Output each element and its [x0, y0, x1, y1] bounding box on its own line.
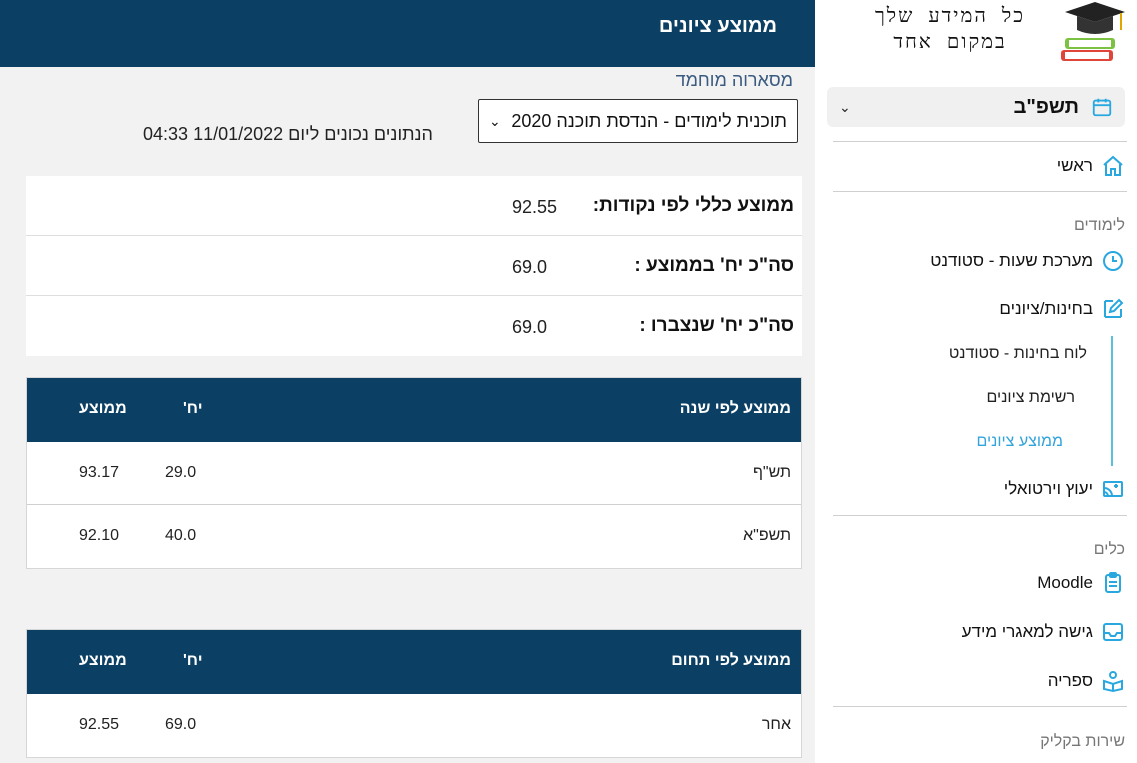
logo-line-2: במקום אחד: [893, 29, 1007, 53]
data-timestamp-note: הנתונים נכונים ליום 11/01/2022 04:33: [143, 124, 433, 144]
nav-virtual-advice[interactable]: יעוץ וירטואלי: [1004, 474, 1125, 504]
divider: [833, 515, 1127, 516]
nav-databases[interactable]: גישה למאגרי מידע: [962, 617, 1125, 647]
year-select[interactable]: תשפ"ב ⌄: [827, 87, 1125, 127]
nav-moodle[interactable]: Moodle: [1037, 568, 1125, 598]
table-row: אחר 69.0 92.55: [27, 694, 801, 757]
logo[interactable]: כל המידע שלך במקום אחד: [825, 0, 1125, 70]
summary-units-earned-label: סה"כ יח' שנצברו :: [639, 315, 794, 336]
chevron-down-icon: ⌄: [839, 98, 851, 115]
summary-row-units-earned: סה"כ יח' שנצברו : 69.0: [26, 296, 802, 356]
program-select[interactable]: תוכנית לימודים - הנדסת תוכנה 2020 ⌄: [478, 99, 798, 143]
nav-schedule[interactable]: מערכת שעות - סטודנט: [930, 246, 1125, 276]
column-header-units: יח': [183, 400, 203, 417]
cell-year: תשפ"א: [743, 527, 791, 544]
summary-row-units-in-average: סה"כ יח' בממוצע : 69.0: [26, 236, 802, 296]
nav-exams-label: בחינות/ציונים: [999, 299, 1093, 318]
column-header-units: יח': [183, 652, 203, 669]
summary-average-label: ממוצע כללי לפי נקודות:: [592, 195, 794, 216]
section-title-service: שירות בקליק: [1040, 733, 1125, 750]
submenu-grades-list[interactable]: רשימת ציונים: [987, 389, 1076, 407]
inbox-icon: [1101, 620, 1125, 644]
table-row: תשפ"א 40.0 92.10: [27, 505, 801, 568]
cell-units: 40.0: [165, 527, 197, 544]
summary-row-average: ממוצע כללי לפי נקודות: 92.55: [26, 176, 802, 236]
page-title: ממוצע ציונים: [658, 15, 777, 37]
section-title-tools: כלים: [1093, 541, 1125, 558]
column-header-average: ממוצע: [79, 652, 127, 669]
nav-exams[interactable]: בחינות/ציונים: [999, 294, 1125, 324]
logo-text: כל המידע שלך במקום אחד: [855, 2, 1045, 54]
cast-icon: [1101, 477, 1125, 501]
sidebar: כל המידע שלך במקום אחד תשפ"ב ⌄ ראשי לימו…: [815, 0, 1137, 763]
cell-average: 92.10: [79, 527, 120, 544]
summary-units-in-average-value: 69.0: [512, 257, 548, 277]
nav-schedule-label: מערכת שעות - סטודנט: [930, 251, 1093, 270]
nav-databases-label: גישה למאגרי מידע: [961, 622, 1093, 641]
column-header-average: ממוצע: [79, 400, 127, 417]
column-header-year: ממוצע לפי שנה: [679, 400, 791, 417]
cell-year: תש"ף: [752, 464, 791, 481]
table-row: תש"ף 29.0 93.17: [27, 442, 801, 505]
table-header: ממוצע לפי תחום יח' ממוצע: [27, 630, 801, 694]
nav-home[interactable]: ראשי: [1057, 151, 1125, 181]
divider: [833, 706, 1127, 707]
summary-units-in-average-label: סה"כ יח' בממוצע :: [634, 255, 794, 276]
year-label: תשפ"ב: [1013, 95, 1079, 118]
nav-virtual-advice-label: יעוץ וירטואלי: [1003, 479, 1093, 498]
nav-moodle-label: Moodle: [1037, 573, 1093, 592]
cell-field: אחר: [761, 716, 791, 733]
summary-average-value: 92.55: [512, 197, 558, 217]
summary-units-earned-value: 69.0: [512, 317, 548, 337]
divider: [833, 191, 1127, 192]
nav-library-label: ספריה: [1047, 671, 1093, 690]
home-icon: [1101, 154, 1125, 178]
table-average-by-field: ממוצע לפי תחום יח' ממוצע אחר 69.0 92.55: [26, 629, 802, 758]
section-title-studies: לימודים: [1073, 217, 1125, 234]
top-bar: ממוצע ציונים: [0, 0, 815, 67]
chevron-down-icon: ⌄: [489, 112, 501, 129]
edit-icon: [1101, 297, 1125, 321]
column-header-field: ממוצע לפי תחום: [671, 652, 791, 669]
cell-units: 29.0: [165, 464, 197, 481]
program-select-value: תוכנית לימודים - הנדסת תוכנה 2020: [511, 110, 787, 131]
graduation-cap-icon: [1061, 2, 1125, 61]
student-name: מסארוה מוחמד: [675, 70, 793, 90]
submenu-exam-board[interactable]: לוח בחינות - סטודנט: [949, 345, 1087, 363]
submenu-grade-average[interactable]: ממוצע ציונים: [976, 433, 1063, 451]
table-header: ממוצע לפי שנה יח' ממוצע: [27, 378, 801, 442]
nav-library[interactable]: ספריה: [1048, 666, 1125, 696]
cell-average: 93.17: [79, 464, 120, 481]
nav-home-label: ראשי: [1056, 156, 1093, 175]
calendar-icon: [1092, 98, 1112, 117]
cell-units: 69.0: [165, 716, 197, 733]
summary-card: ממוצע כללי לפי נקודות: 92.55 סה"כ יח' במ…: [26, 176, 802, 356]
reader-icon: [1101, 669, 1125, 693]
logo-line-1: כל המידע שלך: [874, 3, 1026, 27]
divider: [833, 141, 1127, 142]
clipboard-icon: [1101, 571, 1125, 595]
cell-average: 92.55: [79, 716, 120, 733]
table-average-by-year: ממוצע לפי שנה יח' ממוצע תש"ף 29.0 93.17 …: [26, 377, 802, 569]
clock-icon: [1101, 249, 1125, 273]
